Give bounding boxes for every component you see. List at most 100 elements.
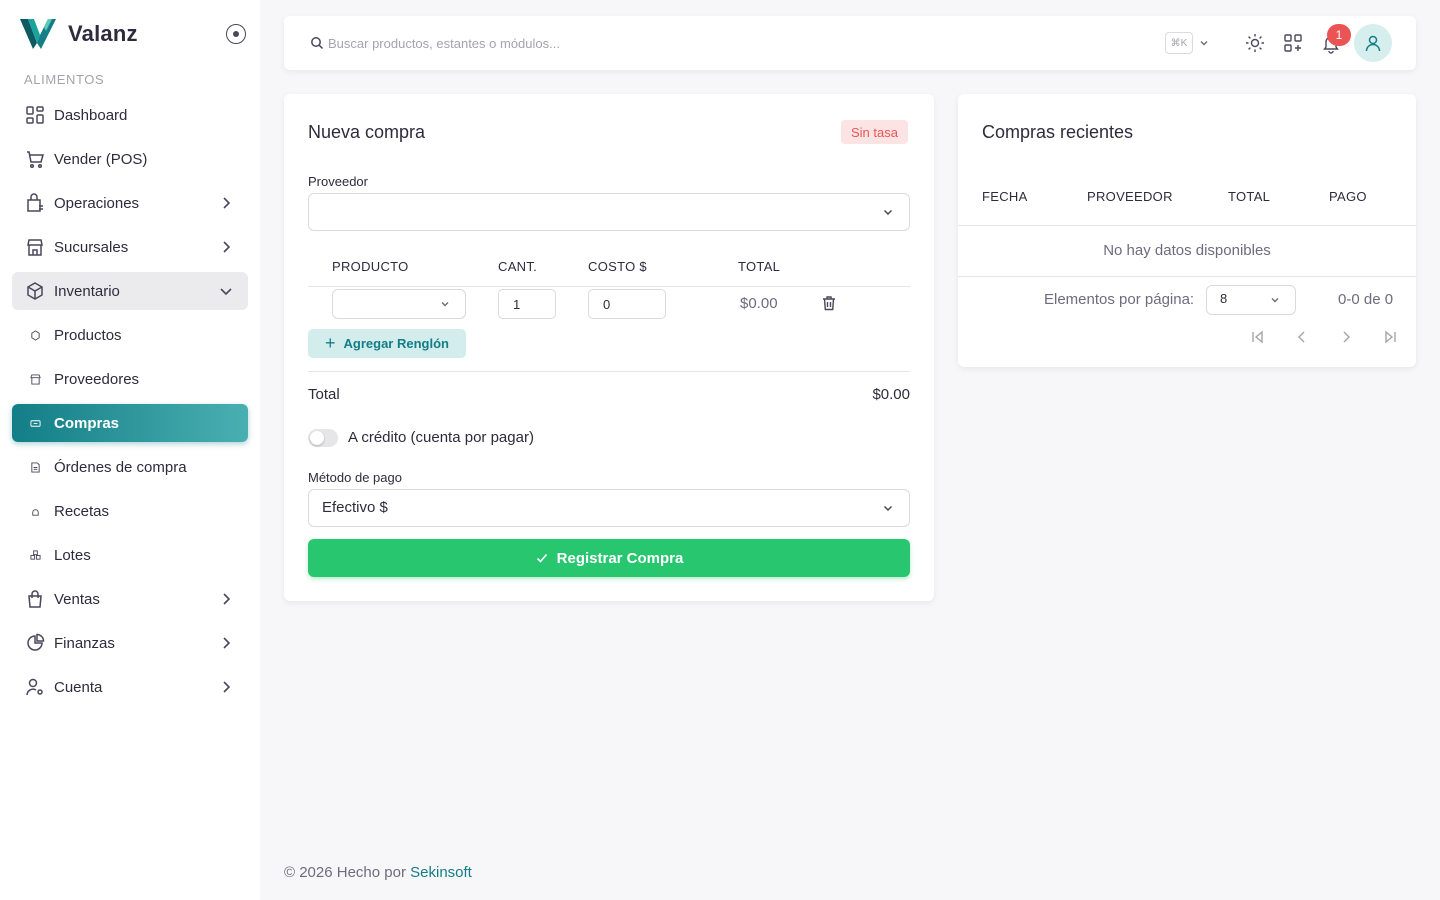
section-title: ALIMENTOS	[24, 72, 105, 87]
valanz-logo-icon	[20, 19, 56, 49]
sidebar-item-label: Recetas	[54, 502, 110, 520]
chart-pie-icon	[24, 632, 46, 654]
radio-dot-icon	[233, 31, 239, 37]
sidebar-item-label: Vender (POS)	[54, 150, 148, 168]
total-value: $0.00	[872, 386, 910, 403]
divider	[958, 276, 1416, 277]
cost-input[interactable]	[588, 289, 666, 319]
box-icon	[24, 280, 46, 302]
sidebar-item-purchase-orders[interactable]: Órdenes de compra	[12, 448, 248, 486]
search-input[interactable]	[328, 32, 1028, 54]
shortcut-hint: ⌘K	[1165, 32, 1193, 54]
recent-purchases-card: Compras recientes FECHA PROVEEDOR TOTAL …	[958, 94, 1416, 367]
payment-method-label: Método de pago	[308, 470, 402, 485]
supplier-select[interactable]	[308, 193, 910, 231]
brand-name: Valanz	[68, 21, 138, 46]
sidebar-item-label: Órdenes de compra	[54, 458, 187, 476]
footer-link[interactable]: Sekinsoft	[410, 864, 472, 881]
column-header-product: PRODUCTO	[332, 259, 409, 274]
order-dot-icon	[24, 456, 46, 478]
column-header-total: TOTAL	[1228, 189, 1271, 204]
chevron-right-icon	[223, 197, 231, 209]
purchases-dot-icon	[24, 412, 46, 434]
sidebar-item-label: Finanzas	[54, 634, 115, 652]
add-row-label: Agregar Renglón	[343, 336, 449, 351]
chevron-down-icon	[441, 302, 449, 307]
sidebar-item-label: Compras	[54, 414, 120, 432]
chevron-right-icon	[223, 241, 231, 253]
payment-method-value: Efectivo $	[322, 499, 388, 516]
product-select[interactable]	[332, 289, 466, 319]
batch-dot-icon	[24, 544, 46, 566]
divider	[308, 286, 910, 287]
user-icon	[1365, 35, 1381, 52]
register-purchase-label: Registrar Compra	[556, 549, 684, 567]
chevron-down-icon[interactable]	[1198, 37, 1210, 49]
store-icon	[24, 236, 46, 258]
topbar: ⌘K 1	[284, 16, 1416, 70]
sidebar-item-recipes[interactable]: Recetas	[12, 492, 248, 530]
notification-badge: 1	[1327, 24, 1351, 46]
sidebar-item-label: Dashboard	[54, 106, 128, 124]
toggle-knob	[310, 431, 324, 445]
product-dot-icon	[24, 324, 46, 346]
sidebar-item-dashboard[interactable]: Dashboard	[12, 96, 248, 134]
sidebar-item-operations[interactable]: Operaciones	[12, 184, 248, 222]
credit-toggle-label: A crédito (cuenta por pagar)	[348, 429, 534, 446]
sidebar-item-label: Lotes	[54, 546, 91, 564]
column-header-date: FECHA	[982, 189, 1028, 204]
check-icon	[536, 553, 547, 563]
last-page-icon[interactable]	[1382, 329, 1398, 345]
sidebar-item-finance[interactable]: Finanzas	[12, 624, 248, 662]
cart-icon	[24, 148, 46, 170]
chevron-right-icon	[223, 593, 231, 605]
pagination-range: 0-0 de 0	[1338, 291, 1394, 308]
chevron-down-icon	[1271, 298, 1279, 303]
payment-method-select[interactable]: Efectivo $	[308, 489, 910, 527]
per-page-select[interactable]: 8	[1206, 285, 1296, 315]
sidebar-toggle-button[interactable]	[226, 24, 246, 44]
sidebar-item-label: Ventas	[54, 590, 100, 608]
sidebar-item-label: Proveedores	[54, 370, 140, 388]
apps-grid-icon[interactable]	[1282, 32, 1304, 54]
bag-icon	[24, 588, 46, 610]
previous-page-icon[interactable]	[1294, 329, 1310, 345]
chevron-right-icon	[223, 681, 231, 693]
sidebar-item-label: Operaciones	[54, 194, 140, 212]
add-row-button[interactable]: + Agregar Renglón	[308, 329, 466, 358]
sidebar-item-branches[interactable]: Sucursales	[12, 228, 248, 266]
sidebar-item-suppliers[interactable]: Proveedores	[12, 360, 248, 398]
search-icon	[311, 37, 324, 50]
rate-status-badge: Sin tasa	[841, 120, 908, 144]
sidebar-item-batches[interactable]: Lotes	[12, 536, 248, 574]
supplier-label: Proveedor	[308, 174, 368, 189]
card-title: Compras recientes	[982, 122, 1134, 142]
register-purchase-button[interactable]: Registrar Compra	[308, 539, 910, 577]
card-title: Nueva compra	[308, 122, 426, 142]
sidebar-item-purchases[interactable]: Compras	[12, 404, 248, 442]
row-total-value: $0.00	[740, 295, 778, 312]
column-header-qty: CANT.	[498, 259, 538, 274]
empty-state-message: No hay datos disponibles	[1103, 242, 1271, 259]
sidebar: Valanz ALIMENTOS Dashboard Vender (POS) …	[0, 0, 260, 900]
quantity-input[interactable]	[498, 289, 556, 319]
divider	[958, 225, 1416, 226]
operations-icon	[24, 192, 46, 214]
sidebar-item-pos[interactable]: Vender (POS)	[12, 140, 248, 178]
next-page-icon[interactable]	[1338, 329, 1354, 345]
first-page-icon[interactable]	[1250, 329, 1266, 345]
brand[interactable]: Valanz	[20, 16, 138, 52]
sidebar-item-sales[interactable]: Ventas	[12, 580, 248, 618]
new-purchase-card: Nueva compra Sin tasa Proveedor PRODUCTO…	[284, 94, 934, 601]
avatar[interactable]	[1354, 24, 1392, 62]
chevron-down-icon	[883, 209, 893, 216]
trash-icon[interactable]	[820, 294, 838, 312]
theme-sun-icon[interactable]	[1244, 32, 1266, 54]
sidebar-item-label: Cuenta	[54, 678, 103, 696]
sidebar-item-label: Sucursales	[54, 238, 129, 256]
sidebar-item-products[interactable]: Productos	[12, 316, 248, 354]
recipe-dot-icon	[24, 500, 46, 522]
sidebar-item-account[interactable]: Cuenta	[12, 668, 248, 706]
credit-toggle[interactable]	[308, 429, 338, 447]
sidebar-item-inventory[interactable]: Inventario	[12, 272, 248, 310]
